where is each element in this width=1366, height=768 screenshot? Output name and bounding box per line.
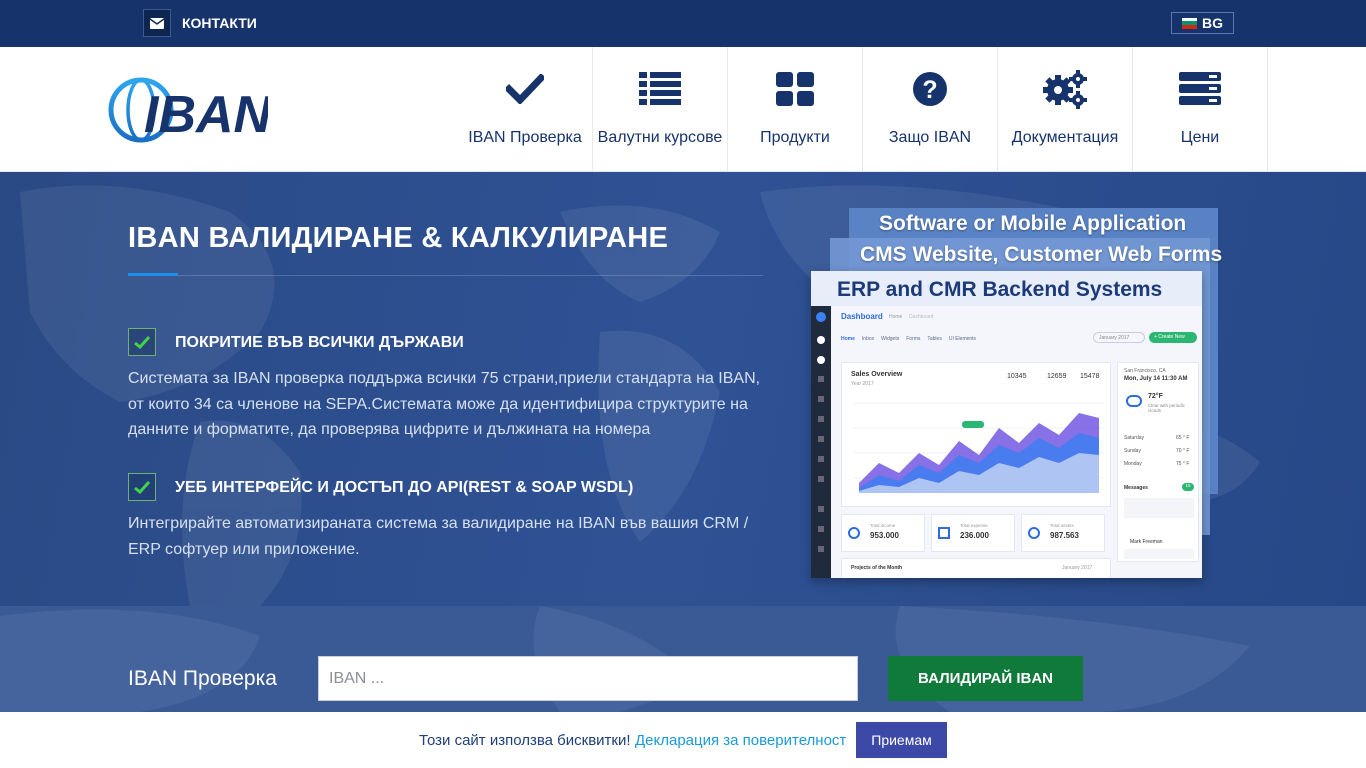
- check-icon: [128, 473, 156, 501]
- weather-card: San Francisco, CA Mon, July 14 11:30 AM …: [1117, 362, 1199, 562]
- feature-title-coverage: ПОКРИТИЕ ВЪВ ВСИЧКИ ДЪРЖАВИ: [175, 334, 464, 351]
- nav-label: IBAN Проверка: [468, 129, 582, 146]
- iban-check-section: IBAN Проверка ВАЛИДИРАЙ IBAN: [0, 606, 1366, 712]
- nav-documentation[interactable]: Документация: [998, 47, 1133, 172]
- nav-label: Защо IBAN: [888, 129, 972, 146]
- dashboard-sidebar: [811, 306, 831, 578]
- envelope-icon: [143, 9, 171, 37]
- dashboard-screenshot: Dashboard Home Dashboard Home Inbox Widg…: [811, 306, 1202, 578]
- main-header: IBAN IBAN Проверка Валутни курсове Проду…: [0, 47, 1366, 172]
- privacy-policy-link[interactable]: Декларация за поверителност: [635, 732, 846, 749]
- nav-products[interactable]: Продукти: [728, 47, 863, 172]
- question-circle-icon: ?: [912, 68, 948, 110]
- totals-row: Total income 953.000 Total expense 236.0…: [841, 514, 1105, 552]
- iban-input[interactable]: [318, 656, 858, 701]
- nav-label: Цени: [1180, 129, 1220, 146]
- iban-check-label: IBAN Проверка: [128, 667, 277, 690]
- language-selector[interactable]: BG: [1171, 12, 1234, 34]
- accept-cookies-button[interactable]: Приемам: [856, 722, 947, 758]
- nav-iban-check[interactable]: IBAN Проверка: [458, 47, 593, 172]
- nav-why-iban[interactable]: ? Защо IBAN: [863, 47, 998, 172]
- promo-caption-software: Software or Mobile Application: [879, 212, 1187, 235]
- language-label: BG: [1202, 15, 1223, 31]
- check-icon: [128, 328, 156, 356]
- list-icon: [639, 68, 681, 110]
- cookie-text: Този сайт използва бисквитки!: [419, 732, 631, 749]
- bulgaria-flag-icon: [1182, 17, 1197, 29]
- checkmark-icon: [506, 68, 544, 110]
- top-bar: КОНТАКТИ BG: [0, 0, 1366, 47]
- sales-overview-card: Sales Overview Year 2017 10345 12659 154…: [841, 362, 1111, 507]
- main-nav: IBAN Проверка Валутни курсове Продукти ?…: [458, 47, 1268, 172]
- dashboard-crumb-page: Dashboard: [909, 314, 934, 320]
- gears-icon: [1043, 68, 1087, 110]
- title-divider: [178, 275, 763, 276]
- nav-prices[interactable]: Цени: [1133, 47, 1268, 172]
- dashboard-title: Dashboard: [841, 312, 883, 321]
- nav-exchange-rates[interactable]: Валутни курсове: [593, 47, 728, 172]
- hero-title: IBAN ВАЛИДИРАНЕ & КАЛКУЛИРАНЕ: [128, 222, 669, 254]
- nav-label: Документация: [1011, 129, 1119, 146]
- dashboard-tabs: Home Inbox Widgets Forms Tables UI Eleme…: [841, 336, 977, 342]
- feature-title-api: УЕБ ИНТЕРФЕЙС И ДОСТЪП ДО API(REST & SOA…: [175, 479, 634, 496]
- svg-text:?: ?: [922, 76, 937, 104]
- nav-label: Продукти: [760, 129, 830, 146]
- grid-icon: [776, 68, 814, 110]
- feature-text-api: Интегрирайте автоматизираната система за…: [128, 515, 749, 558]
- cloud-icon: [1126, 395, 1142, 407]
- promo-caption-erp: ERP and CMR Backend Systems: [837, 278, 1163, 301]
- server-icon: [1179, 68, 1221, 110]
- iban-logo[interactable]: IBAN: [108, 75, 273, 145]
- cookie-banner: Този сайт използва бисквитки! Декларация…: [0, 712, 1366, 768]
- promo-caption-cms: CMS Website, Customer Web Forms: [860, 243, 1223, 266]
- title-accent-line: [128, 273, 178, 276]
- hero-section: IBAN ВАЛИДИРАНЕ & КАЛКУЛИРАНЕ ПОКРИТИЕ В…: [0, 172, 1366, 606]
- contacts-label: КОНТАКТИ: [182, 15, 257, 31]
- validate-iban-button[interactable]: ВАЛИДИРАЙ IBAN: [888, 656, 1083, 701]
- integration-promo-image: Software or Mobile Application CMS Websi…: [811, 208, 1223, 578]
- dashboard-crumb-home: Home: [889, 314, 903, 320]
- feature-text-coverage: Системата за IBAN проверка поддържа всич…: [128, 370, 761, 438]
- contacts-link[interactable]: КОНТАКТИ: [143, 9, 257, 37]
- dashboard-create-button: + Create New: [1149, 332, 1197, 343]
- nav-label: Валутни курсове: [597, 129, 723, 146]
- dashboard-date-select: January 2017: [1093, 332, 1145, 343]
- logo-text: IBAN: [144, 86, 268, 144]
- projects-card: Projects of the Month January 2017: [841, 558, 1111, 578]
- sales-area-chart: [854, 402, 1104, 493]
